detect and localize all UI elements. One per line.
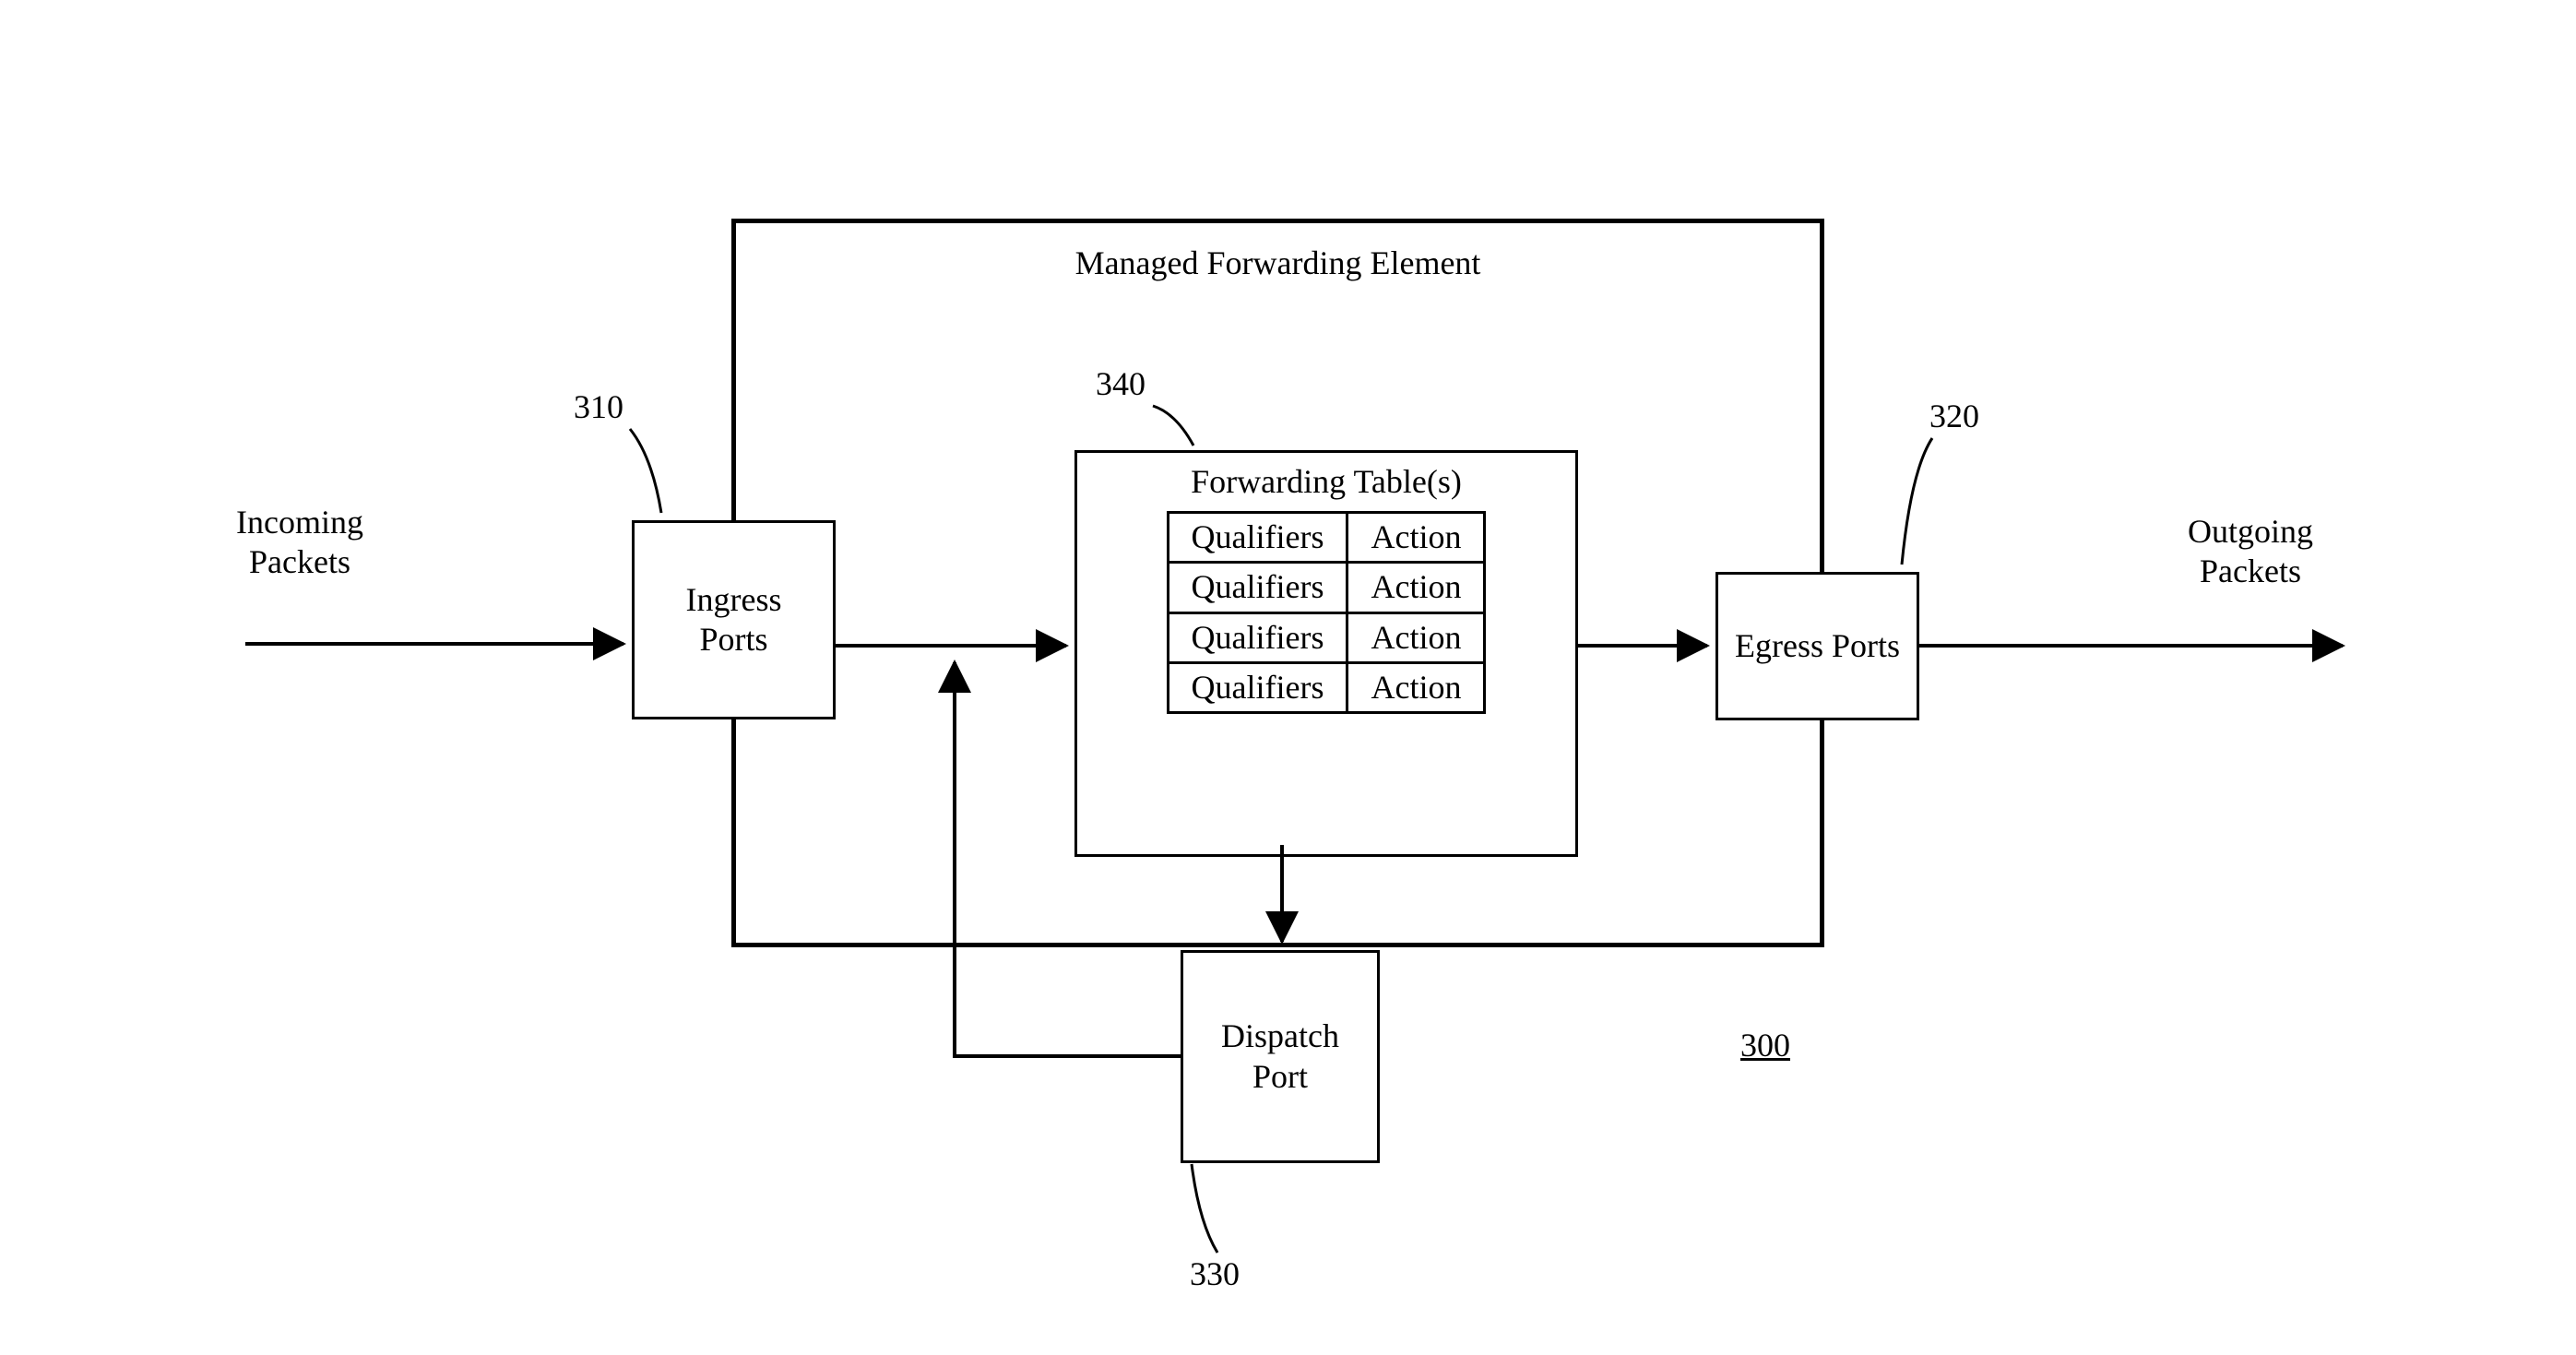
diagram-canvas: Managed Forwarding Element Ingress Ports…: [0, 0, 2576, 1355]
arrow-dispatch-return: [955, 662, 1181, 1056]
lead-310: [630, 429, 661, 513]
lead-320: [1902, 438, 1932, 565]
arrows-overlay: [0, 0, 2576, 1355]
lead-330: [1192, 1164, 1217, 1253]
lead-340: [1153, 406, 1193, 446]
